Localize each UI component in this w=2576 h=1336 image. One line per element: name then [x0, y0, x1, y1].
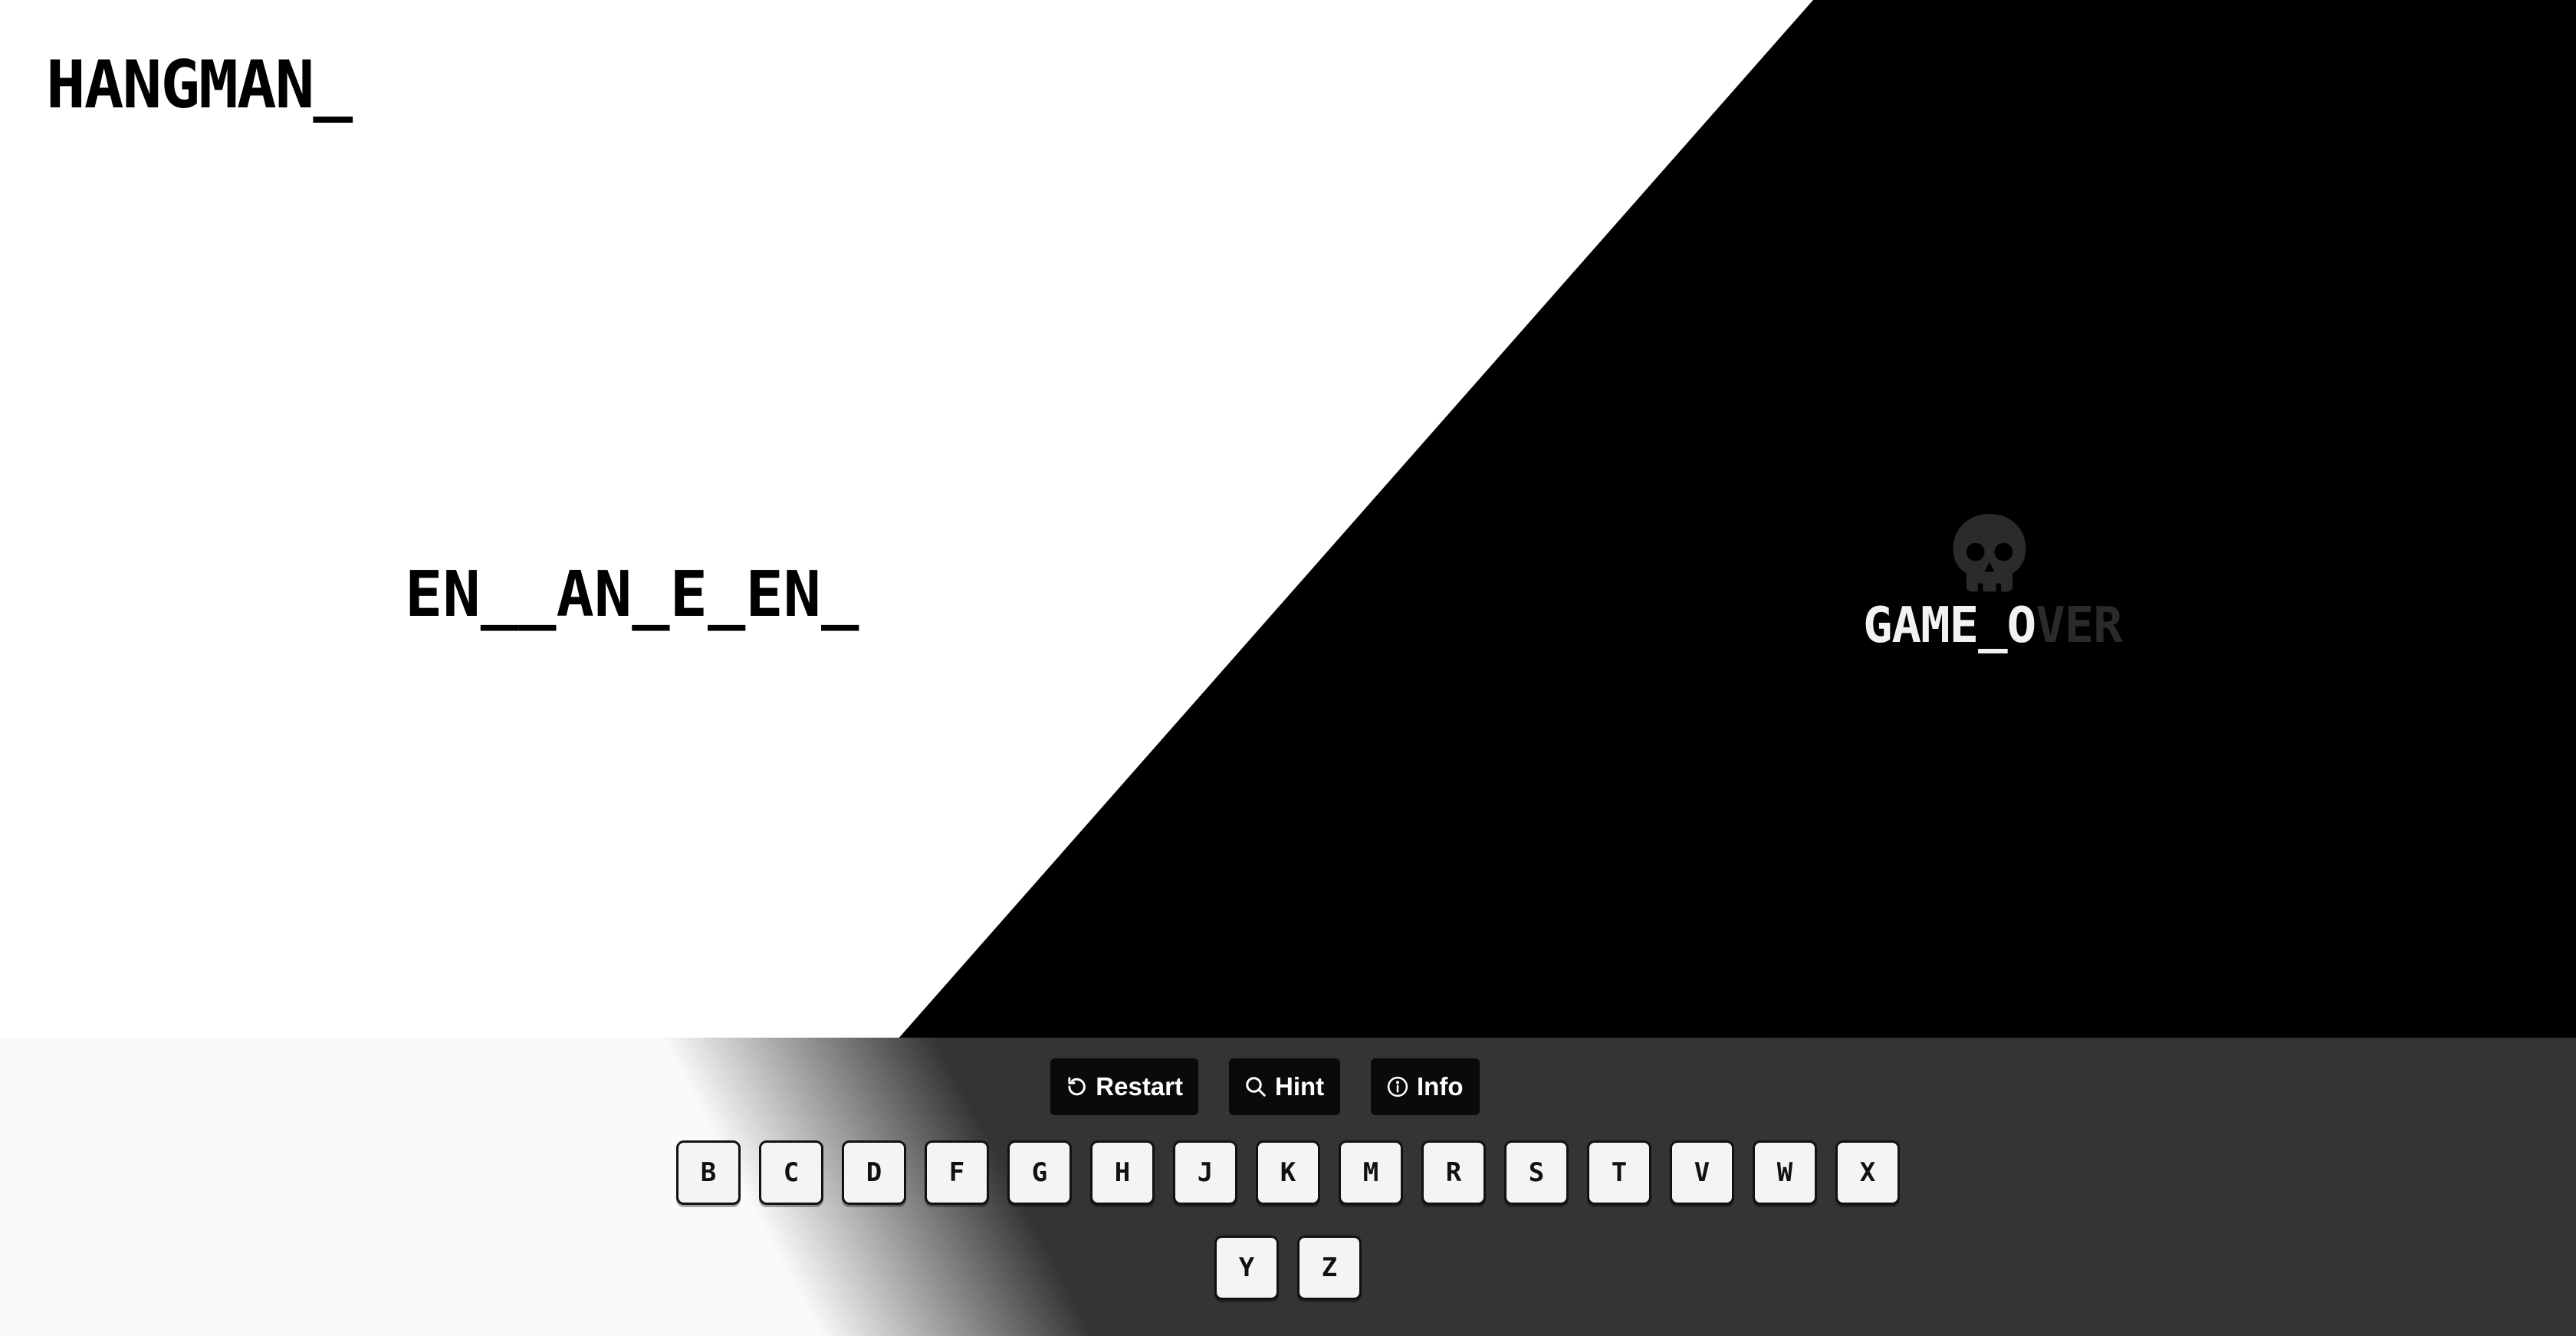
key-y[interactable]: Y	[1214, 1236, 1279, 1300]
key-w[interactable]: W	[1753, 1140, 1817, 1205]
key-d[interactable]: D	[842, 1140, 906, 1205]
key-r[interactable]: R	[1421, 1140, 1486, 1205]
key-j[interactable]: J	[1173, 1140, 1237, 1205]
key-f[interactable]: F	[925, 1140, 989, 1205]
game-over-panel: GAME_OVER	[1863, 512, 2123, 650]
restart-label: Restart	[1096, 1072, 1183, 1101]
key-k[interactable]: K	[1256, 1140, 1320, 1205]
word-display: EN__AN_E_EN_	[405, 558, 859, 631]
info-icon	[1387, 1076, 1408, 1097]
search-icon	[1246, 1077, 1266, 1097]
key-c[interactable]: C	[759, 1140, 823, 1205]
game-over-revealed: GAME_O	[1863, 597, 2036, 654]
key-z[interactable]: Z	[1297, 1236, 1362, 1300]
app-title: HANGMAN_	[46, 47, 353, 123]
hint-label: Hint	[1275, 1072, 1325, 1101]
keyboard-row-1: BCDFGHJKMRSTVWX	[0, 1140, 2576, 1205]
key-t[interactable]: T	[1587, 1140, 1651, 1205]
game-over-text: GAME_OVER	[1863, 601, 2123, 650]
key-v[interactable]: V	[1670, 1140, 1734, 1205]
key-m[interactable]: M	[1339, 1140, 1403, 1205]
key-s[interactable]: S	[1504, 1140, 1569, 1205]
skull-icon	[1953, 514, 2026, 592]
key-b[interactable]: B	[676, 1140, 741, 1205]
info-label: Info	[1417, 1072, 1464, 1101]
hint-button[interactable]: Hint	[1229, 1058, 1340, 1115]
game-over-hidden: VER	[2036, 597, 2123, 654]
restart-icon	[1068, 1077, 1086, 1096]
restart-button[interactable]: Restart	[1050, 1058, 1198, 1115]
game-stage: HANGMAN_ EN__AN_E_EN_ GAME_OVER Restart …	[0, 0, 2576, 1336]
keyboard-row-2: YZ	[0, 1236, 2576, 1300]
control-buttons: Restart Hint Info	[0, 1058, 2576, 1115]
info-button[interactable]: Info	[1371, 1058, 1480, 1115]
key-h[interactable]: H	[1090, 1140, 1155, 1205]
key-x[interactable]: X	[1835, 1140, 1900, 1205]
key-g[interactable]: G	[1007, 1140, 1072, 1205]
